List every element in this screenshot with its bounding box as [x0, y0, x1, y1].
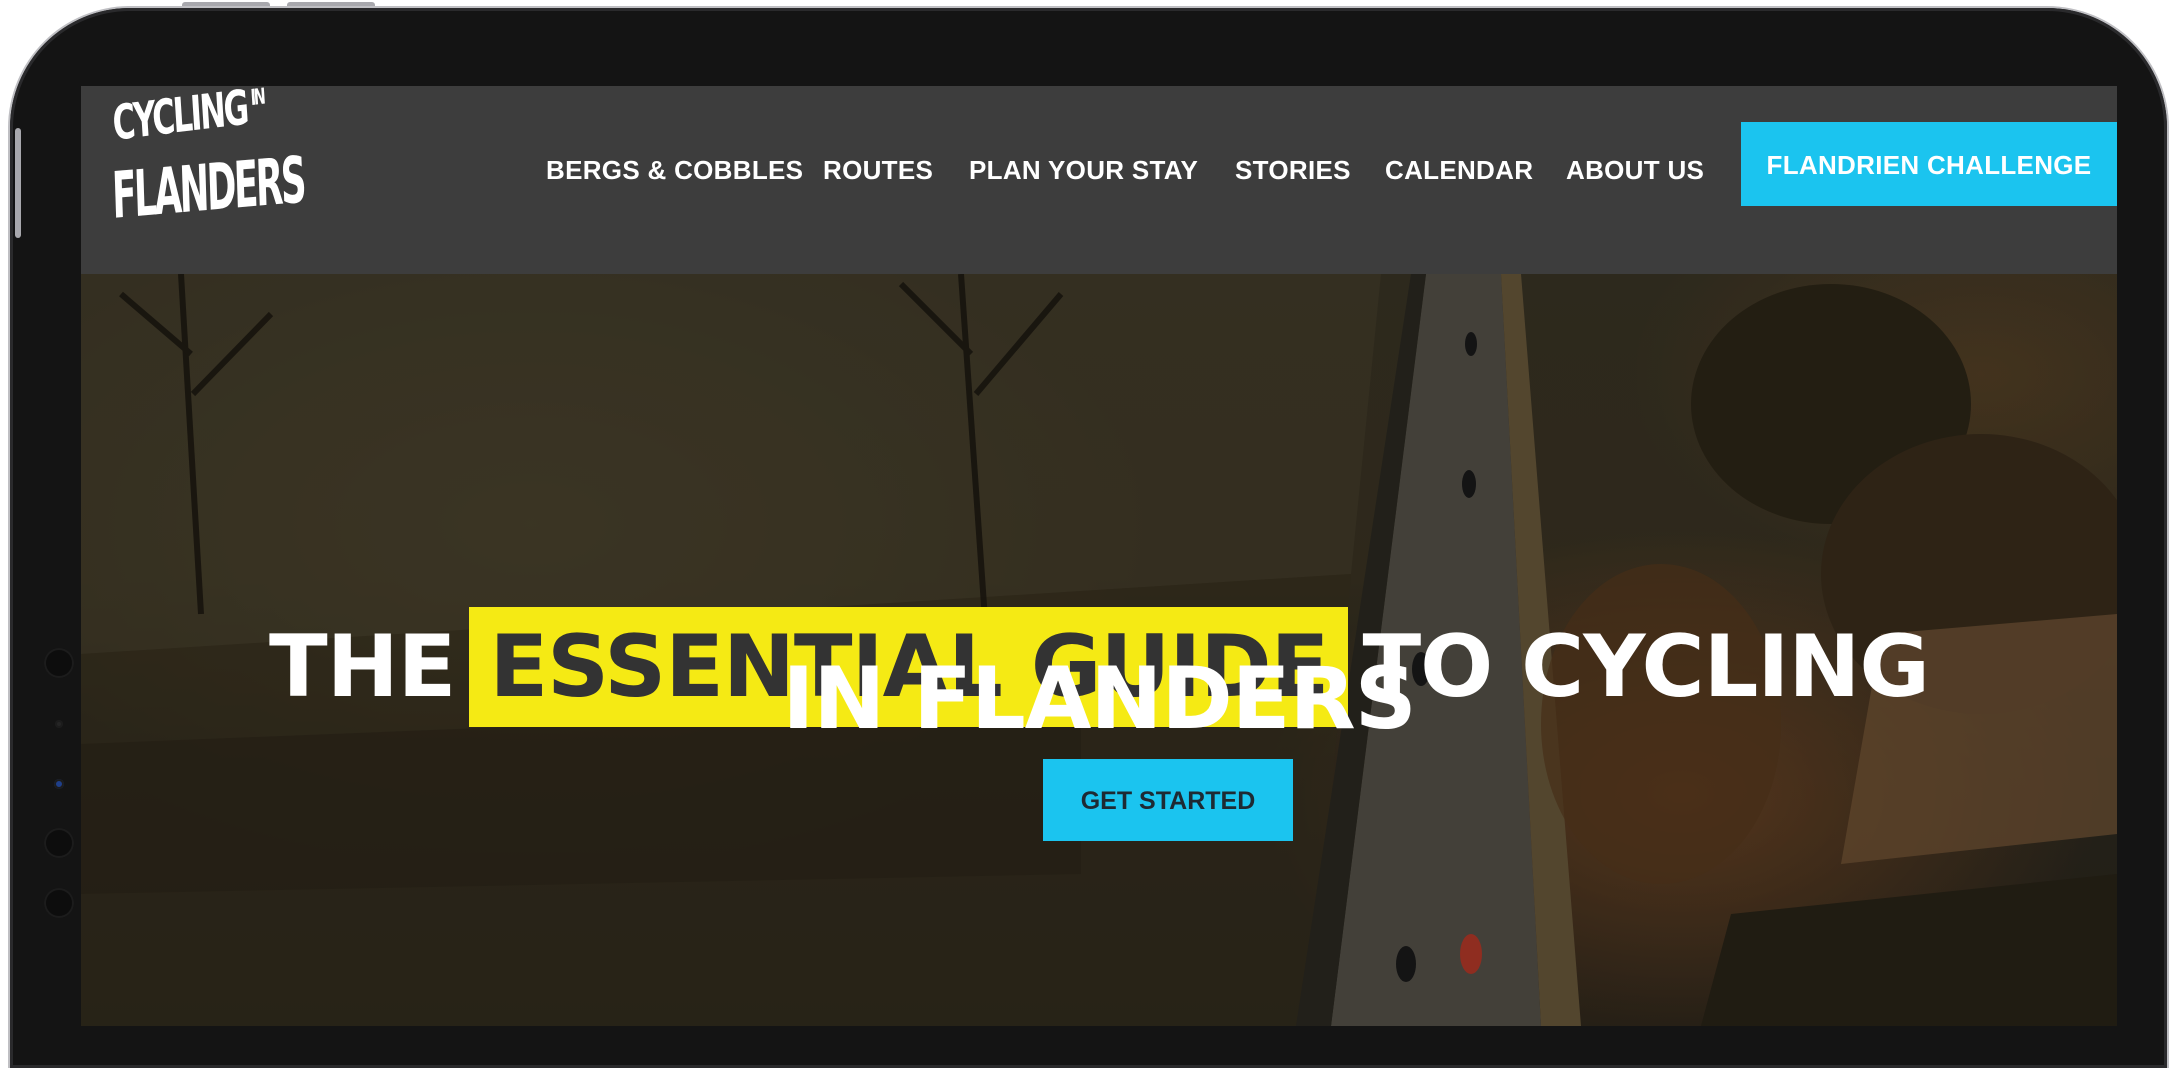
nav-item-bergs-cobbles[interactable]: BERGS & COBBLES [546, 150, 803, 190]
sensor-dot [44, 888, 74, 918]
sensor-dot [44, 648, 74, 678]
sensor-dot [54, 779, 64, 789]
website-screen: CYCLINGIN FLANDERS BERGS & COBBLES ROUTE… [81, 86, 2117, 1026]
logo-line-1: CYCLINGIN [111, 86, 266, 152]
logo-line-2: FLANDERS [111, 143, 306, 234]
get-started-button[interactable]: GET STARTED [1043, 759, 1293, 841]
nav-item-routes[interactable]: ROUTES [823, 150, 933, 190]
logo-text-cycling: CYCLING [111, 86, 249, 152]
hero-headline-line-2: IN FLANDERS [782, 649, 1416, 749]
site-header: CYCLINGIN FLANDERS BERGS & COBBLES ROUTE… [81, 86, 2117, 274]
nav-item-about-us[interactable]: ABOUT US [1566, 150, 1704, 190]
sensor-dot [55, 720, 63, 728]
device-side-button [15, 128, 21, 238]
sensor-dot [44, 828, 74, 858]
logo-text-in: IN [249, 86, 265, 112]
flandrien-challenge-button[interactable]: FLANDRIEN CHALLENGE [1741, 122, 2117, 206]
hero-section: THE ESSENTIAL GUIDE TO CYCLING IN FLANDERS… [81, 274, 2117, 1026]
nav-item-plan-your-stay[interactable]: PLAN YOUR STAY [969, 150, 1198, 190]
nav-item-stories[interactable]: STORIES [1235, 150, 1351, 190]
tablet-frame: CYCLINGIN FLANDERS BERGS & COBBLES ROUTE… [10, 8, 2167, 1068]
nav-item-calendar[interactable]: CALENDAR [1385, 150, 1533, 190]
site-logo[interactable]: CYCLINGIN FLANDERS [111, 86, 305, 240]
